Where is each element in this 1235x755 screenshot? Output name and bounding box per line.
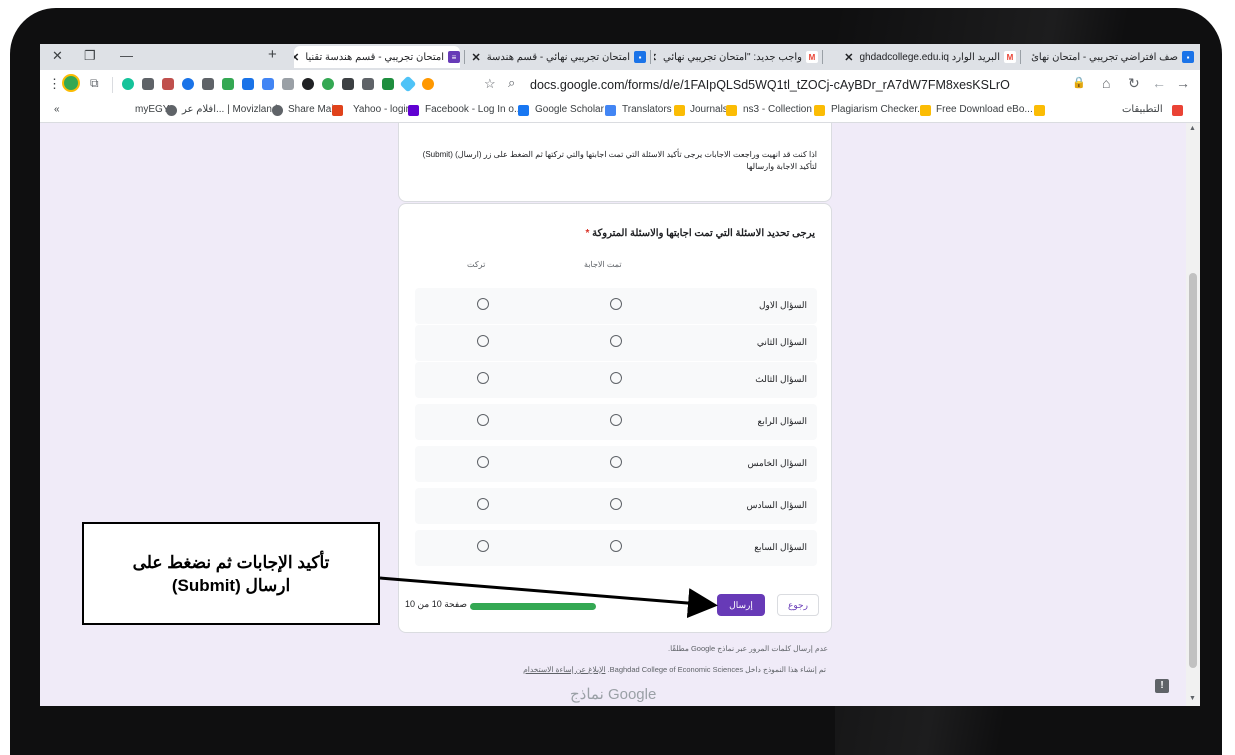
annotation-arrow bbox=[379, 576, 718, 619]
